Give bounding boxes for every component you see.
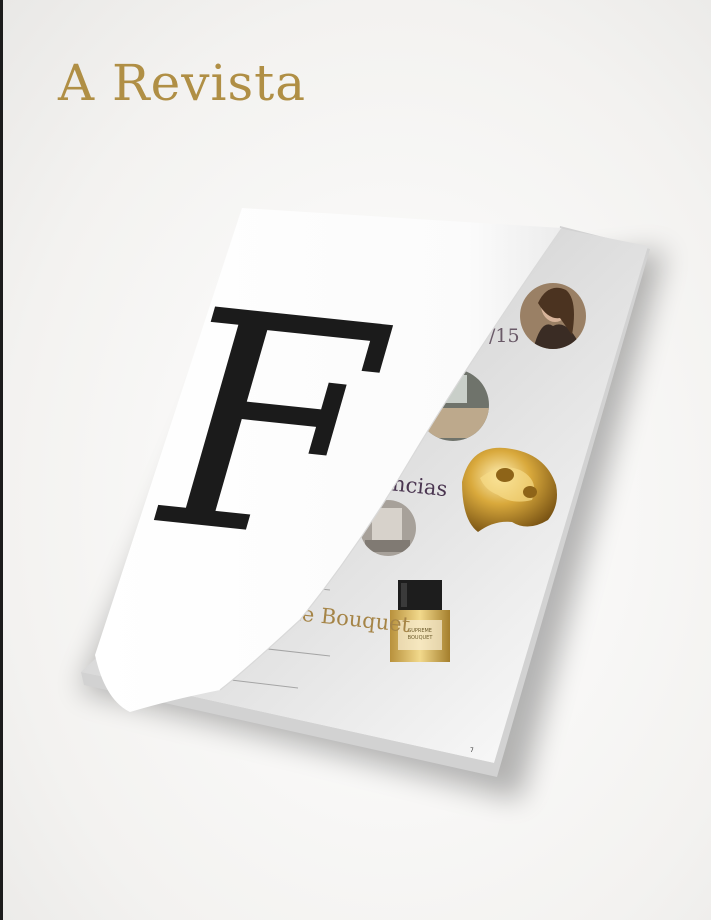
perfume-label-line-2: BOUQUET <box>408 635 434 641</box>
perfume-label-line-1: SUPREME <box>408 628 432 634</box>
magazine-illustration: /15 endências ecor <box>80 208 665 800</box>
page-number: 7 <box>470 747 474 754</box>
